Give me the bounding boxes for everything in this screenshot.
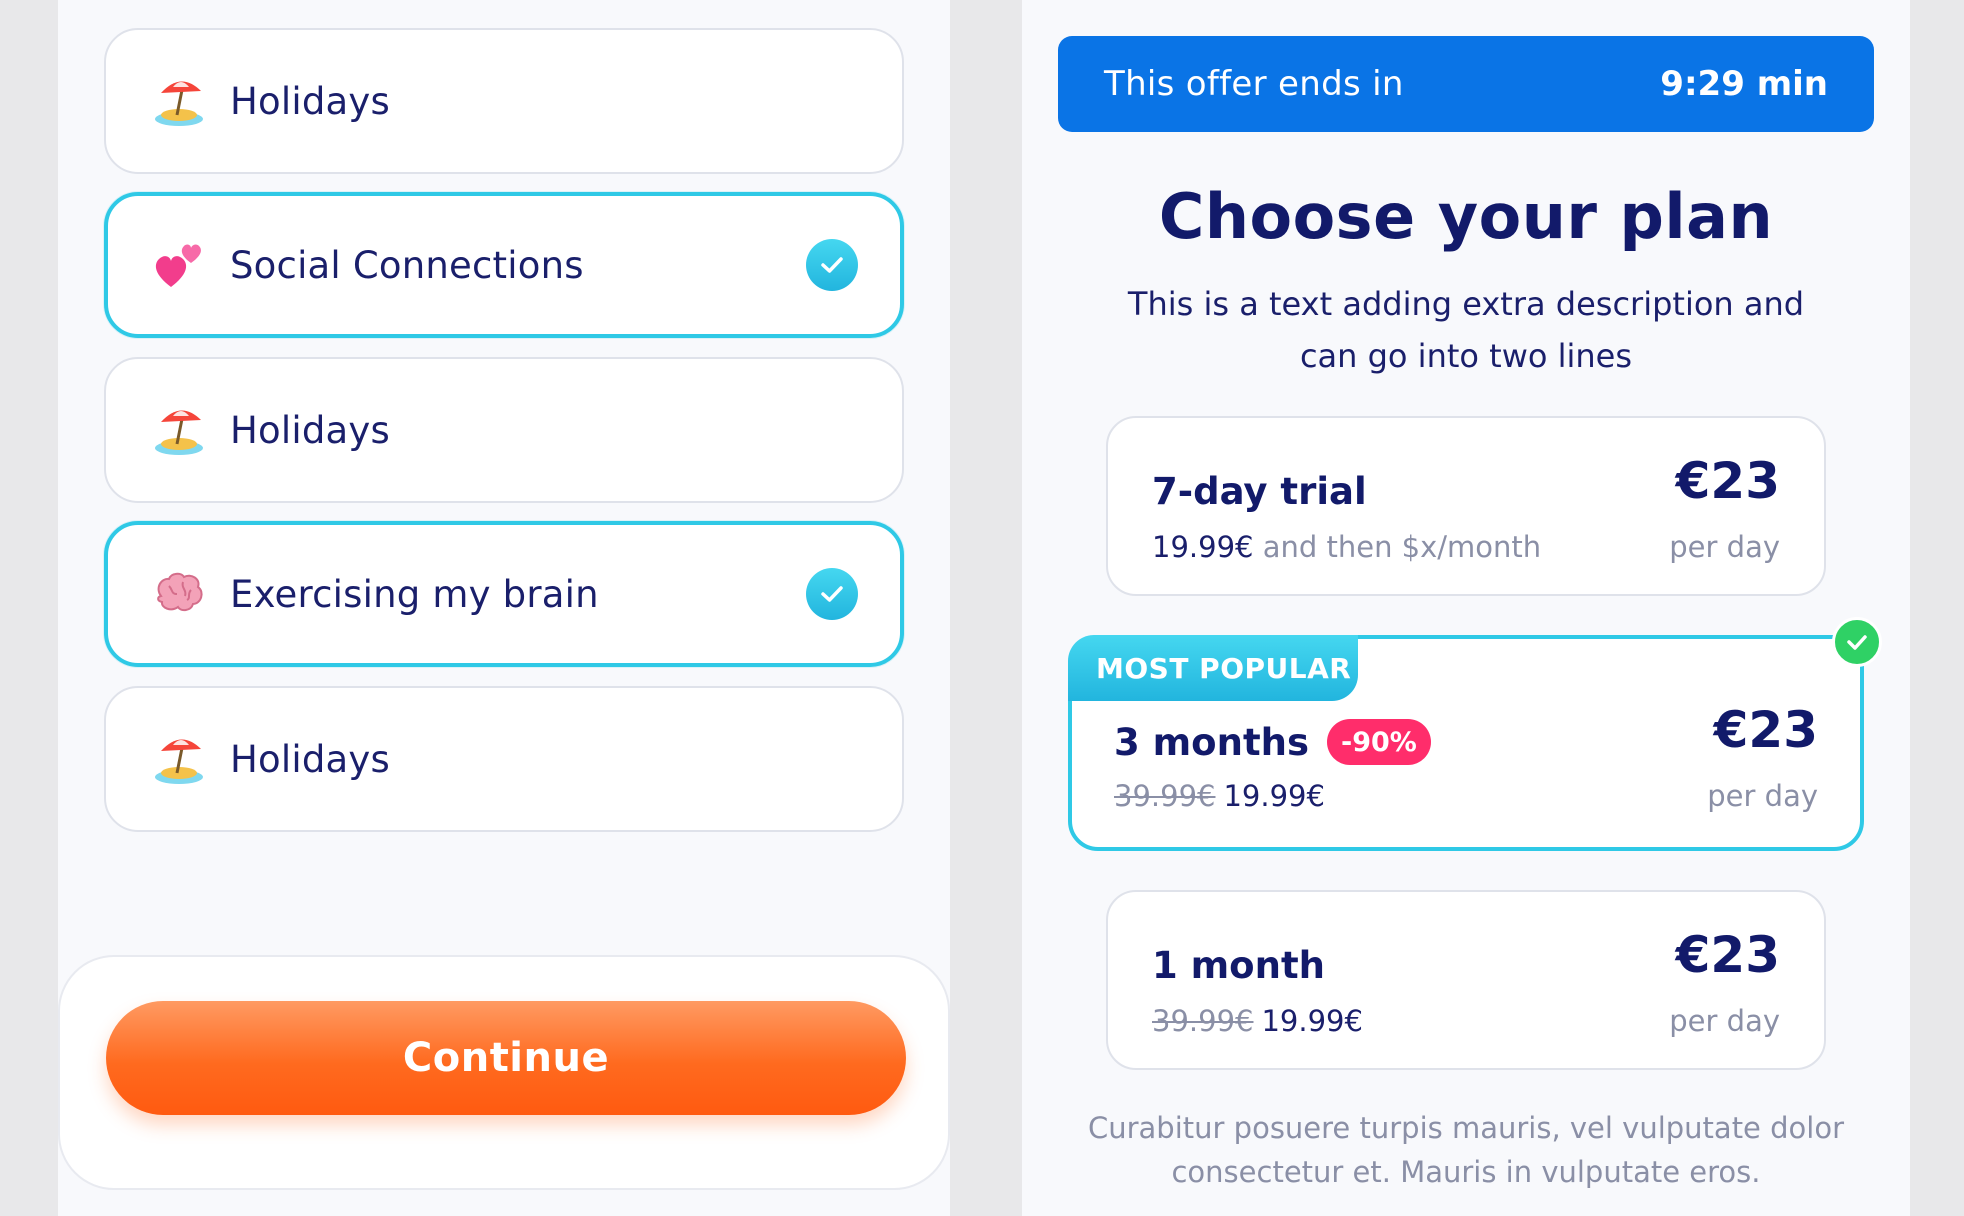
plan-per-unit: per day: [1669, 530, 1780, 564]
plan-per-unit: per day: [1669, 1004, 1780, 1038]
plan-name-text: 1 month: [1152, 944, 1325, 987]
continue-button[interactable]: Continue: [106, 1001, 906, 1115]
new-price: 19.99€: [1261, 1004, 1363, 1038]
plan-subtitle: 39.99€ 19.99€: [1152, 1004, 1363, 1038]
beach-umbrella-icon: [150, 401, 208, 459]
beach-umbrella-icon: [150, 730, 208, 788]
timer-label: This offer ends in: [1104, 64, 1404, 104]
plan-name-text: 7-day trial: [1152, 470, 1367, 513]
plan-name: 3 months -90%: [1114, 719, 1431, 765]
option-holidays-1[interactable]: Holidays: [104, 28, 904, 174]
paywall-panel: This offer ends in 9:29 min Choose your …: [1022, 0, 1910, 1216]
plan-price: €23: [1675, 926, 1780, 984]
option-label: Holidays: [230, 408, 390, 452]
old-price: 39.99€: [1114, 779, 1216, 813]
goals-panel: Holidays Social Connections Holidays Exe…: [58, 0, 950, 1216]
option-label: Exercising my brain: [230, 572, 599, 616]
plan-card-1-month[interactable]: 1 month 39.99€ 19.99€ €23 per day: [1106, 890, 1826, 1070]
option-exercising-my-brain[interactable]: Exercising my brain: [104, 521, 904, 667]
old-price: 39.99€: [1152, 1004, 1254, 1038]
two-hearts-icon: [150, 236, 208, 294]
plan-price: €23: [1713, 701, 1818, 759]
beach-umbrella-icon: [150, 72, 208, 130]
plan-trial-price: 19.99€: [1152, 530, 1254, 564]
checkmark-icon: [806, 568, 858, 620]
timer-value: 9:29 min: [1660, 64, 1828, 104]
plan-name-text: 3 months: [1114, 720, 1309, 764]
page-description: This is a text adding extra description …: [1127, 285, 1805, 375]
plan-card-3-months[interactable]: MOST POPULAR 3 months -90% 39.99€ 19.99€ …: [1068, 617, 1882, 851]
most-popular-tag: MOST POPULAR: [1068, 635, 1358, 701]
plan-price: €23: [1675, 452, 1780, 510]
legal-disclaimer: Curabitur posuere turpis mauris, vel vul…: [1087, 1111, 1844, 1189]
brain-icon: [150, 565, 208, 623]
page-title: Choose your plan: [1158, 180, 1774, 253]
plan-trial-note: and then $x/month: [1253, 530, 1542, 564]
plan-subtitle: 19.99€ and then $x/month: [1152, 530, 1541, 564]
footer-card: Continue: [58, 955, 950, 1190]
new-price: 19.99€: [1223, 779, 1325, 813]
plan-subtitle: 39.99€ 19.99€: [1114, 779, 1325, 813]
discount-badge: -90%: [1327, 719, 1431, 765]
selected-check-icon: [1832, 617, 1882, 667]
plan-name: 7-day trial: [1152, 470, 1367, 513]
option-label: Social Connections: [230, 243, 584, 287]
checkmark-icon: [806, 239, 858, 291]
offer-timer-bar: This offer ends in 9:29 min: [1058, 36, 1874, 132]
option-social-connections[interactable]: Social Connections: [104, 192, 904, 338]
plan-card-7-day-trial[interactable]: 7-day trial 19.99€ and then $x/month €23…: [1106, 416, 1826, 596]
option-label: Holidays: [230, 737, 390, 781]
option-holidays-3[interactable]: Holidays: [104, 686, 904, 832]
option-label: Holidays: [230, 79, 390, 123]
screen: Holidays Social Connections Holidays Exe…: [0, 0, 1964, 1216]
option-holidays-2[interactable]: Holidays: [104, 357, 904, 503]
plan-name: 1 month: [1152, 944, 1325, 987]
plan-per-unit: per day: [1707, 779, 1818, 813]
